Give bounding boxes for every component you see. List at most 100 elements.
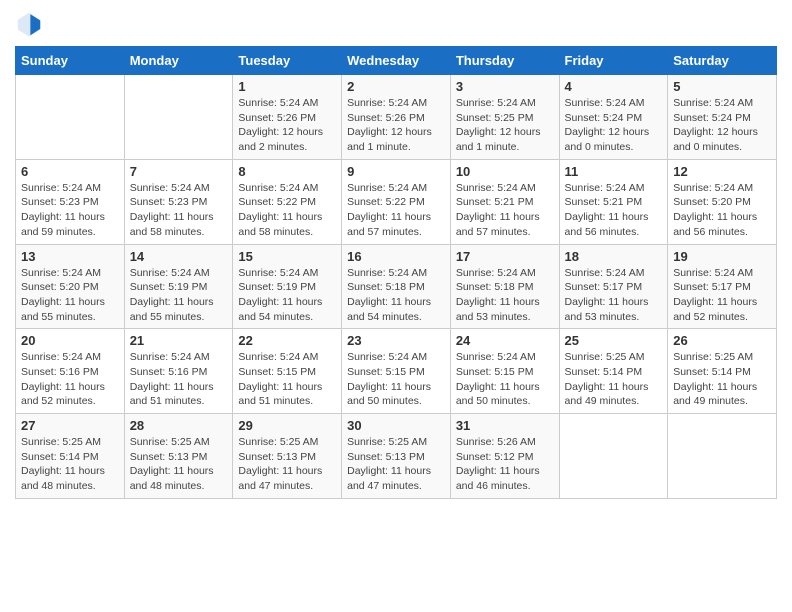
day-number: 1 [238,79,336,94]
calendar-cell: 26Sunrise: 5:25 AM Sunset: 5:14 PM Dayli… [668,329,777,414]
calendar-cell: 28 Sunrise: 5:25 AM Sunset: 5:13 PM Dayli… [124,414,233,499]
day-number: 28 [130,418,228,433]
day-info: Sunrise: 5:24 AM Sunset: 5:19 PM Dayligh… [238,266,336,325]
calendar-cell [124,75,233,160]
day-info: Sunrise: 5:24 AM Sunset: 5:15 PM Dayligh… [456,350,554,409]
day-number: 12 [673,164,771,179]
logo-icon [15,10,43,38]
day-number: 2 [347,79,445,94]
day-info: Sunrise: 5:25 AM Sunset: 5:14 PM Dayligh… [565,350,663,409]
calendar-week-row: 6 Sunrise: 5:24 AM Sunset: 5:23 PM Daylig… [16,159,777,244]
day-info: Sunrise: 5:26 AM Sunset: 5:12 PM Dayligh… [456,435,554,494]
day-info: Sunrise: 5:24 AM Sunset: 5:21 PM Dayligh… [565,181,663,240]
calendar-cell [559,414,668,499]
calendar-cell: 3 Sunrise: 5:24 AM Sunset: 5:25 PM Daylig… [450,75,559,160]
calendar-cell: 9 Sunrise: 5:24 AM Sunset: 5:22 PM Daylig… [342,159,451,244]
day-info: Sunrise: 5:24 AM Sunset: 5:21 PM Dayligh… [456,181,554,240]
calendar-cell: 21 Sunrise: 5:24 AM Sunset: 5:16 PM Dayli… [124,329,233,414]
day-info: Sunrise: 5:24 AM Sunset: 5:26 PM Dayligh… [347,96,445,155]
calendar-cell: 29 Sunrise: 5:25 AM Sunset: 5:13 PM Dayli… [233,414,342,499]
day-number: 13 [21,249,119,264]
day-number: 6 [21,164,119,179]
day-info: Sunrise: 5:24 AM Sunset: 5:25 PM Dayligh… [456,96,554,155]
page-header [15,10,777,38]
calendar-cell [668,414,777,499]
header-wednesday: Wednesday [342,47,451,75]
logo [15,10,47,38]
day-info: Sunrise: 5:24 AM Sunset: 5:17 PM Dayligh… [673,266,771,325]
day-number: 15 [238,249,336,264]
calendar-week-row: 1 Sunrise: 5:24 AM Sunset: 5:26 PM Daylig… [16,75,777,160]
day-info: Sunrise: 5:25 AM Sunset: 5:13 PM Dayligh… [130,435,228,494]
calendar-cell: 14 Sunrise: 5:24 AM Sunset: 5:19 PM Dayli… [124,244,233,329]
calendar-week-row: 13 Sunrise: 5:24 AM Sunset: 5:20 PM Dayli… [16,244,777,329]
calendar-cell: 27Sunrise: 5:25 AM Sunset: 5:14 PM Dayli… [16,414,125,499]
day-number: 10 [456,164,554,179]
day-number: 25 [565,333,663,348]
calendar-cell: 23 Sunrise: 5:24 AM Sunset: 5:15 PM Dayli… [342,329,451,414]
calendar-cell: 18 Sunrise: 5:24 AM Sunset: 5:17 PM Dayli… [559,244,668,329]
calendar-cell: 16Sunrise: 5:24 AM Sunset: 5:18 PM Dayli… [342,244,451,329]
calendar-cell: 24 Sunrise: 5:24 AM Sunset: 5:15 PM Dayli… [450,329,559,414]
calendar-cell: 5 Sunrise: 5:24 AM Sunset: 5:24 PM Daylig… [668,75,777,160]
day-info: Sunrise: 5:24 AM Sunset: 5:20 PM Dayligh… [673,181,771,240]
day-number: 4 [565,79,663,94]
day-info: Sunrise: 5:24 AM Sunset: 5:24 PM Dayligh… [673,96,771,155]
day-number: 22 [238,333,336,348]
calendar-cell: 17 Sunrise: 5:24 AM Sunset: 5:18 PM Dayli… [450,244,559,329]
day-number: 24 [456,333,554,348]
day-number: 11 [565,164,663,179]
header-friday: Friday [559,47,668,75]
day-info: Sunrise: 5:24 AM Sunset: 5:16 PM Dayligh… [21,350,119,409]
day-number: 5 [673,79,771,94]
calendar-cell: 10 Sunrise: 5:24 AM Sunset: 5:21 PM Dayli… [450,159,559,244]
day-number: 14 [130,249,228,264]
day-info: Sunrise: 5:24 AM Sunset: 5:26 PM Dayligh… [238,96,336,155]
day-info: Sunrise: 5:24 AM Sunset: 5:22 PM Dayligh… [347,181,445,240]
day-info: Sunrise: 5:24 AM Sunset: 5:16 PM Dayligh… [130,350,228,409]
calendar-cell: 20 Sunrise: 5:24 AM Sunset: 5:16 PM Dayli… [16,329,125,414]
day-info: Sunrise: 5:24 AM Sunset: 5:24 PM Dayligh… [565,96,663,155]
day-info: Sunrise: 5:24 AM Sunset: 5:23 PM Dayligh… [21,181,119,240]
calendar-cell: 19 Sunrise: 5:24 AM Sunset: 5:17 PM Dayli… [668,244,777,329]
calendar-week-row: 27Sunrise: 5:25 AM Sunset: 5:14 PM Dayli… [16,414,777,499]
day-info: Sunrise: 5:24 AM Sunset: 5:18 PM Dayligh… [456,266,554,325]
day-number: 9 [347,164,445,179]
calendar-table: SundayMondayTuesdayWednesdayThursdayFrid… [15,46,777,499]
day-number: 26 [673,333,771,348]
calendar-cell: 4 Sunrise: 5:24 AM Sunset: 5:24 PM Daylig… [559,75,668,160]
header-saturday: Saturday [668,47,777,75]
day-info: Sunrise: 5:24 AM Sunset: 5:22 PM Dayligh… [238,181,336,240]
calendar-cell: 12 Sunrise: 5:24 AM Sunset: 5:20 PM Dayli… [668,159,777,244]
calendar-cell: 15 Sunrise: 5:24 AM Sunset: 5:19 PM Dayli… [233,244,342,329]
day-number: 23 [347,333,445,348]
calendar-cell: 30Sunrise: 5:25 AM Sunset: 5:13 PM Dayli… [342,414,451,499]
day-number: 29 [238,418,336,433]
header-sunday: Sunday [16,47,125,75]
calendar-cell: 2 Sunrise: 5:24 AM Sunset: 5:26 PM Daylig… [342,75,451,160]
day-info: Sunrise: 5:24 AM Sunset: 5:20 PM Dayligh… [21,266,119,325]
day-info: Sunrise: 5:24 AM Sunset: 5:23 PM Dayligh… [130,181,228,240]
day-number: 19 [673,249,771,264]
header-monday: Monday [124,47,233,75]
day-number: 20 [21,333,119,348]
day-info: Sunrise: 5:24 AM Sunset: 5:15 PM Dayligh… [347,350,445,409]
day-info: Sunrise: 5:25 AM Sunset: 5:13 PM Dayligh… [347,435,445,494]
day-number: 7 [130,164,228,179]
day-info: Sunrise: 5:24 AM Sunset: 5:19 PM Dayligh… [130,266,228,325]
day-number: 3 [456,79,554,94]
calendar-cell: 31Sunrise: 5:26 AM Sunset: 5:12 PM Dayli… [450,414,559,499]
day-info: Sunrise: 5:24 AM Sunset: 5:17 PM Dayligh… [565,266,663,325]
day-number: 21 [130,333,228,348]
header-thursday: Thursday [450,47,559,75]
day-number: 18 [565,249,663,264]
calendar-cell: 6 Sunrise: 5:24 AM Sunset: 5:23 PM Daylig… [16,159,125,244]
calendar-cell: 11 Sunrise: 5:24 AM Sunset: 5:21 PM Dayli… [559,159,668,244]
calendar-cell: 13 Sunrise: 5:24 AM Sunset: 5:20 PM Dayli… [16,244,125,329]
day-number: 17 [456,249,554,264]
calendar-header-row: SundayMondayTuesdayWednesdayThursdayFrid… [16,47,777,75]
day-info: Sunrise: 5:25 AM Sunset: 5:13 PM Dayligh… [238,435,336,494]
day-number: 27 [21,418,119,433]
day-info: Sunrise: 5:24 AM Sunset: 5:15 PM Dayligh… [238,350,336,409]
calendar-cell: 22 Sunrise: 5:24 AM Sunset: 5:15 PM Dayli… [233,329,342,414]
